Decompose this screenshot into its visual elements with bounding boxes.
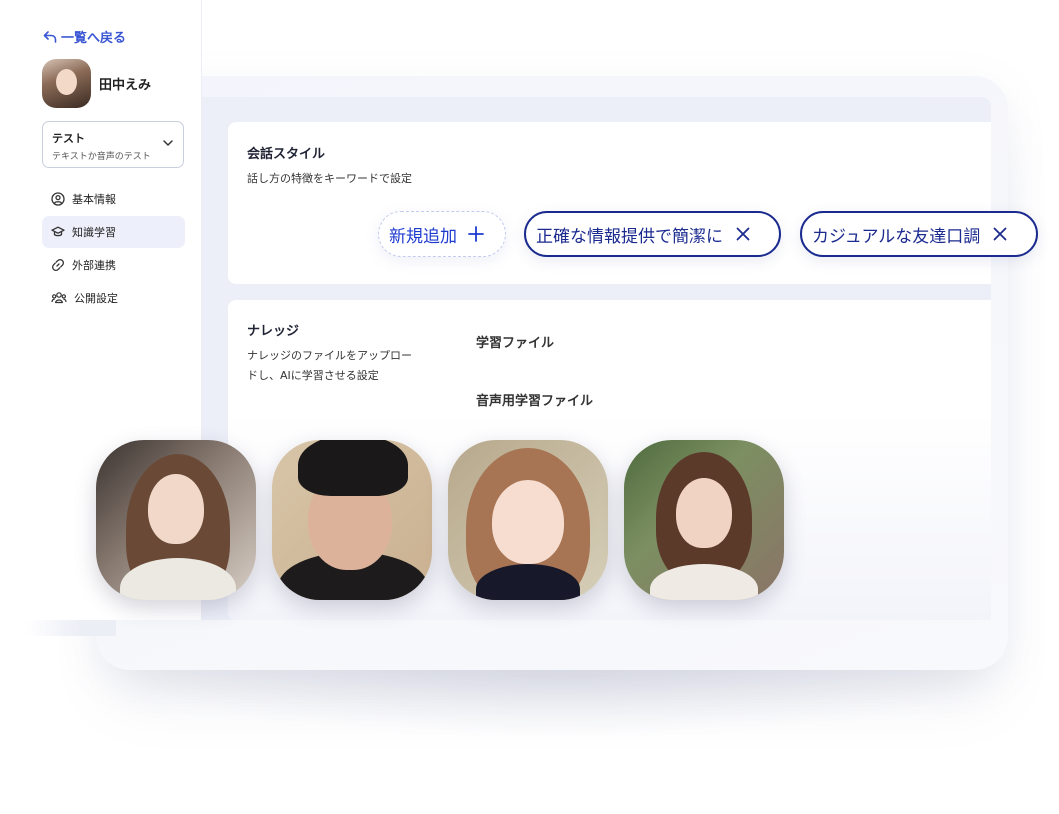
conversation-style-title: 会話スタイル xyxy=(247,147,326,162)
keyword-tag-label: カジュアルな友達口調 xyxy=(812,226,981,247)
character-portrait-4[interactable] xyxy=(624,440,784,600)
sidebar-nav: 基本情報 知識学習 外部連携 公開設定 xyxy=(42,183,185,315)
user-circle-icon xyxy=(51,192,65,206)
knowledge-title: ナレッジ xyxy=(247,324,300,339)
learning-file-label: 学習ファイル xyxy=(476,336,555,351)
close-icon xyxy=(736,227,750,241)
character-portrait-3[interactable] xyxy=(448,440,608,600)
test-mode-select[interactable]: テスト テキストか音声のテスト xyxy=(42,121,184,168)
avatar xyxy=(42,59,91,108)
keyword-tag[interactable]: カジュアルな友達口調 xyxy=(800,211,1038,257)
conversation-style-card: 会話スタイル 話し方の特徴をキーワードで設定 xyxy=(228,122,991,284)
users-icon xyxy=(51,292,67,304)
add-keyword-button[interactable]: 新規追加 xyxy=(378,211,506,257)
sidebar-item-label: 基本情報 xyxy=(72,193,116,206)
close-icon xyxy=(993,227,1007,241)
plus-icon xyxy=(468,226,484,242)
link-icon xyxy=(52,259,64,271)
sidebar-item-label: 外部連携 xyxy=(72,259,116,272)
graduation-cap-icon xyxy=(51,226,65,237)
avatar-face xyxy=(56,69,77,95)
keyword-tag[interactable]: 正確な情報提供で簡潔に xyxy=(524,211,781,257)
voice-learning-file-label: 音声用学習ファイル xyxy=(476,394,594,409)
knowledge-description: ナレッジのファイルをアップロー ドし、AIに学習させる設定 xyxy=(247,346,412,386)
select-title: テスト xyxy=(52,132,85,145)
select-subtitle: テキストか音声のテスト xyxy=(52,152,151,162)
knowledge-description-line: ドし、AIに学習させる設定 xyxy=(247,369,379,382)
sidebar-item-label: 公開設定 xyxy=(74,292,118,305)
back-to-list-link[interactable]: 一覧へ戻る xyxy=(43,27,126,46)
sidebar-item-external-integration[interactable]: 外部連携 xyxy=(42,249,185,281)
sidebar-item-knowledge-learning[interactable]: 知識学習 xyxy=(42,216,185,248)
remove-tag-button[interactable] xyxy=(735,226,751,242)
sidebar-item-basic-info[interactable]: 基本情報 xyxy=(42,183,185,215)
sidebar-item-label: 知識学習 xyxy=(72,226,116,239)
chevron-down-icon xyxy=(163,140,173,146)
knowledge-description-line: ナレッジのファイルをアップロー xyxy=(247,349,412,362)
profile: 田中えみ xyxy=(42,59,151,108)
back-link-label: 一覧へ戻る xyxy=(61,31,127,46)
add-keyword-label: 新規追加 xyxy=(389,226,457,247)
profile-name: 田中えみ xyxy=(99,78,152,93)
sidebar-item-publish-settings[interactable]: 公開設定 xyxy=(42,282,185,314)
conversation-style-description: 話し方の特徴をキーワードで設定 xyxy=(247,172,412,185)
back-arrow-icon xyxy=(43,30,57,43)
remove-tag-button[interactable] xyxy=(992,226,1008,242)
character-portrait-1[interactable] xyxy=(96,440,256,600)
keyword-tag-label: 正確な情報提供で簡潔に xyxy=(536,226,723,247)
character-portrait-2[interactable] xyxy=(272,440,432,600)
